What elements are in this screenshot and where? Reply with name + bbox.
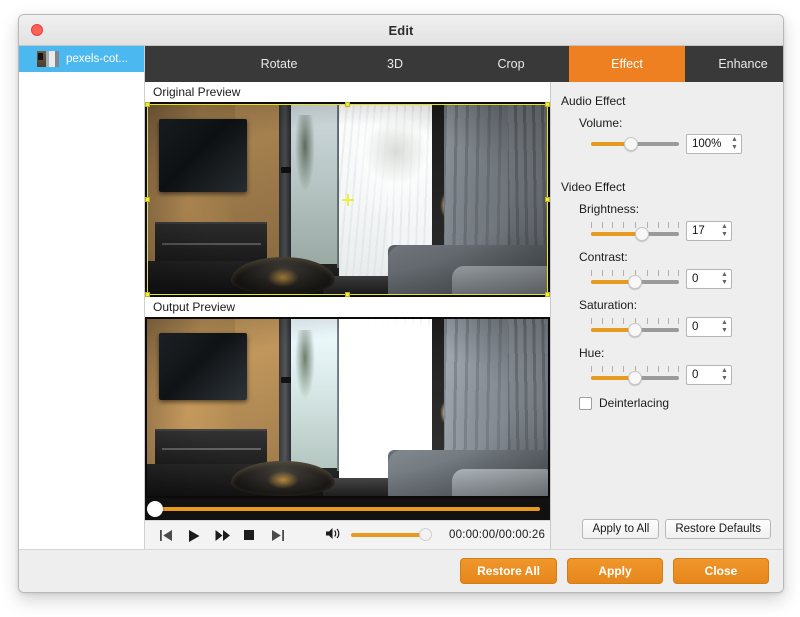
original-preview-image: [147, 104, 548, 295]
window-title: Edit: [388, 22, 414, 38]
volume-value: 100%: [692, 138, 722, 150]
deinterlacing-checkbox[interactable]: [579, 396, 592, 410]
brightness-slider[interactable]: [591, 220, 680, 242]
hue-slider[interactable]: [591, 364, 680, 386]
hue-row: 0 ▲ ▼: [551, 364, 783, 386]
contrast-value: 0: [692, 273, 699, 285]
original-preview-label: Original Preview: [145, 82, 550, 102]
contrast-thumb[interactable]: [628, 275, 642, 289]
saturation-label: Saturation:: [579, 298, 638, 312]
hue-thumb[interactable]: [628, 371, 642, 385]
close-button[interactable]: Close: [673, 558, 769, 584]
tab-crop[interactable]: Crop: [453, 46, 569, 82]
seek-slider[interactable]: [147, 501, 540, 517]
panel-action-buttons: Apply to All Restore Defaults: [551, 519, 783, 549]
saturation-value: 0: [692, 321, 699, 333]
original-preview-canvas[interactable]: [145, 102, 550, 297]
skip-back-icon[interactable]: [159, 529, 173, 542]
output-preview-canvas[interactable]: [145, 317, 550, 498]
volume-control: [325, 527, 432, 543]
close-icon[interactable]: [31, 24, 43, 36]
seek-bar-container: [145, 498, 550, 520]
tab-3d[interactable]: 3D: [337, 46, 453, 82]
stepper-arrows-icon[interactable]: ▲ ▼: [728, 135, 741, 153]
output-preview-label: Output Preview: [145, 297, 550, 317]
player-controls: 00:00:00/00:00:26: [145, 520, 550, 549]
transport-buttons: [145, 529, 285, 542]
audio-effect-title: Audio Effect: [561, 94, 626, 108]
window-body: pexels-cot... Rotate 3D Crop Effect Enha…: [19, 46, 783, 549]
restore-defaults-button[interactable]: Restore Defaults: [665, 519, 771, 539]
volume-label: Volume:: [579, 116, 623, 130]
volume-value-stepper[interactable]: 100% ▲ ▼: [686, 134, 742, 154]
stepper-arrows-icon[interactable]: ▲ ▼: [718, 222, 731, 240]
tab-bar: Rotate 3D Crop Effect Enhance Watermark: [145, 46, 783, 82]
apply-to-all-button[interactable]: Apply to All: [582, 519, 660, 539]
hue-label: Hue:: [579, 346, 605, 360]
skip-forward-icon[interactable]: [271, 529, 285, 542]
file-name-label: pexels-cot...: [66, 53, 128, 65]
contrast-label: Contrast:: [579, 250, 628, 264]
file-list: pexels-cot...: [19, 46, 145, 549]
apply-button[interactable]: Apply: [567, 558, 663, 584]
video-effect-title: Video Effect: [561, 180, 626, 194]
seek-thumb[interactable]: [147, 501, 163, 517]
tab-rotate[interactable]: Rotate: [221, 46, 337, 82]
hue-value-stepper[interactable]: 0 ▲ ▼: [686, 365, 732, 385]
output-preview-image: [147, 319, 548, 496]
effect-settings-panel: Audio Effect Volume: 100% ▲ ▼ Video Effe…: [551, 82, 783, 549]
dialog-footer: Restore All Apply Close: [19, 549, 783, 592]
volume-effect-thumb[interactable]: [624, 137, 639, 151]
stepper-arrows-icon[interactable]: ▲ ▼: [718, 318, 731, 336]
window-titlebar: Edit: [19, 15, 783, 46]
saturation-slider[interactable]: [591, 316, 680, 338]
video-thumbnail-icon: [37, 51, 59, 67]
stop-icon[interactable]: [243, 529, 257, 542]
timecode-display: 00:00:00/00:00:26: [449, 529, 546, 541]
deinterlacing-label: Deinterlacing: [599, 396, 670, 410]
volume-row: 100% ▲ ▼: [551, 134, 783, 154]
contrast-slider[interactable]: [591, 268, 680, 290]
brightness-value-stepper[interactable]: 17 ▲ ▼: [686, 221, 732, 241]
deinterlacing-row[interactable]: Deinterlacing: [551, 396, 783, 410]
content-area: Rotate 3D Crop Effect Enhance Watermark …: [145, 46, 783, 549]
main-panes: Original Preview Output Preview 00:00:00…: [145, 82, 783, 549]
hue-value: 0: [692, 369, 699, 381]
contrast-value-stepper[interactable]: 0 ▲ ▼: [686, 269, 732, 289]
edit-window: Edit pexels-cot... Rotate 3D Crop Effect…: [18, 14, 784, 593]
saturation-value-stepper[interactable]: 0 ▲ ▼: [686, 317, 732, 337]
volume-slider[interactable]: [351, 528, 432, 541]
volume-effect-slider[interactable]: [591, 135, 679, 153]
contrast-row: 0 ▲ ▼: [551, 268, 783, 290]
stepper-arrows-icon[interactable]: ▲ ▼: [718, 270, 731, 288]
restore-all-button[interactable]: Restore All: [460, 558, 557, 584]
stepper-arrows-icon[interactable]: ▲ ▼: [718, 366, 731, 384]
brightness-label: Brightness:: [579, 202, 640, 216]
brightness-row: 17 ▲ ▼: [551, 220, 783, 242]
volume-thumb[interactable]: [419, 528, 432, 541]
file-list-item[interactable]: pexels-cot...: [19, 46, 144, 72]
brightness-thumb[interactable]: [635, 227, 650, 241]
saturation-row: 0 ▲ ▼: [551, 316, 783, 338]
fast-forward-icon[interactable]: [215, 529, 230, 542]
saturation-thumb[interactable]: [628, 323, 642, 337]
tab-effect[interactable]: Effect: [569, 46, 685, 82]
tab-enhance[interactable]: Enhance: [685, 46, 783, 82]
play-icon[interactable]: [187, 529, 201, 542]
speaker-icon[interactable]: [325, 527, 342, 543]
slider-ticks: [591, 222, 680, 229]
tab-bar-spacer: [145, 46, 221, 82]
preview-column: Original Preview Output Preview 00:00:00…: [145, 82, 551, 549]
brightness-value: 17: [692, 225, 705, 237]
